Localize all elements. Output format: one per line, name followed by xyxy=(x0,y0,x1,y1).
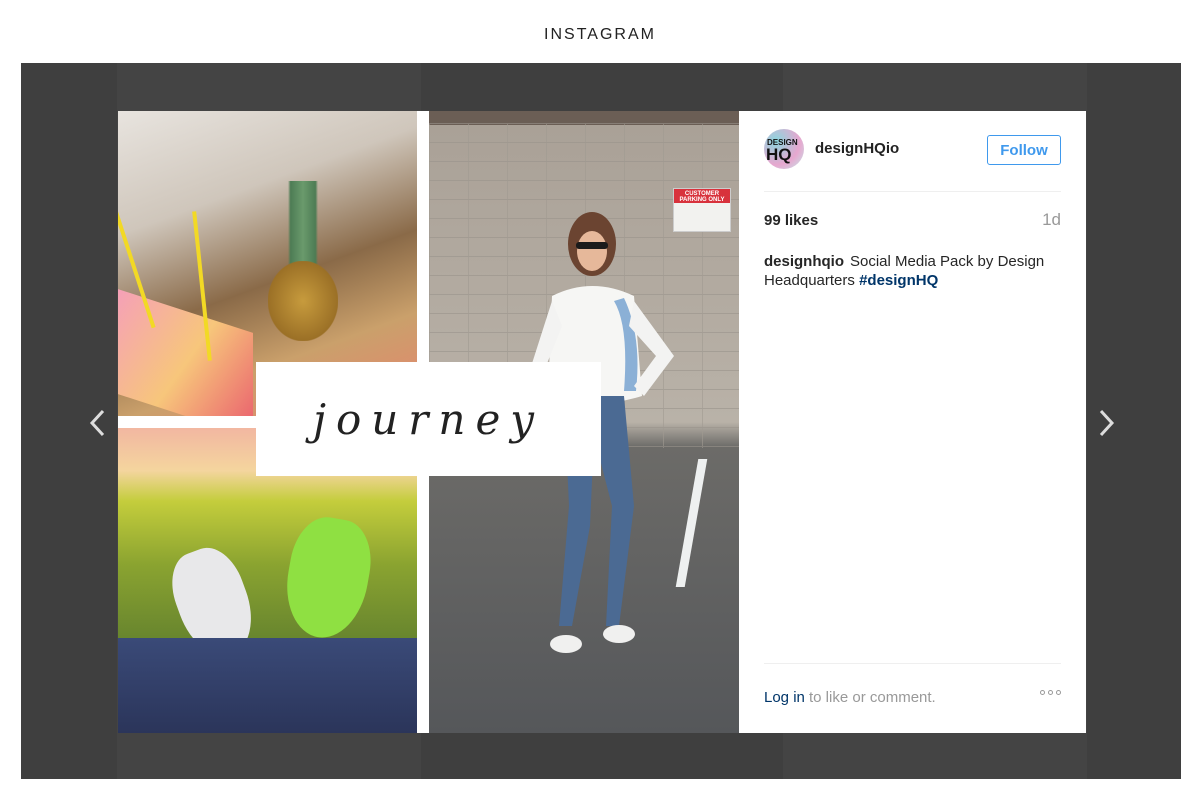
more-options-icon[interactable] xyxy=(1040,690,1061,695)
hashtag-link[interactable]: #designHQ xyxy=(859,272,938,289)
avatar[interactable]: DESIGN HQ xyxy=(764,129,804,169)
caption-username[interactable]: designhqio xyxy=(764,253,844,270)
post-card: CUSTOMER PARKING ONLY journey DESIGN HQ … xyxy=(118,111,1086,733)
placemat-graphic xyxy=(118,289,253,416)
next-post-button[interactable] xyxy=(1092,405,1122,441)
pineapple-leaves-graphic xyxy=(278,181,328,271)
username-link[interactable]: designHQio xyxy=(815,140,899,157)
post-caption: designhqio Social Media Pack by Design He… xyxy=(764,252,1059,290)
jeans-graphic xyxy=(118,638,417,733)
follow-button[interactable]: Follow xyxy=(987,135,1061,165)
login-prompt-text: to like or comment. xyxy=(809,689,936,706)
pineapple-graphic xyxy=(268,261,338,341)
overlay-text: journey xyxy=(312,394,545,444)
lightbox-overlay: CUSTOMER PARKING ONLY journey DESIGN HQ … xyxy=(21,63,1181,779)
login-link[interactable]: Log in xyxy=(764,689,805,706)
likes-count[interactable]: 99 likes xyxy=(764,212,818,229)
post-header: DESIGN HQ designHQio Follow xyxy=(764,129,1061,192)
journey-text-overlay: journey xyxy=(256,362,601,476)
post-sidebar: DESIGN HQ designHQio Follow 99 likes 1d … xyxy=(739,111,1086,733)
parking-sign-text: CUSTOMER PARKING ONLY xyxy=(679,191,725,203)
page-title: INSTAGRAM xyxy=(544,26,656,43)
sneaker-graphic xyxy=(278,511,378,645)
chevron-left-icon xyxy=(89,409,105,437)
post-image[interactable]: CUSTOMER PARKING ONLY journey xyxy=(118,111,739,733)
chevron-right-icon xyxy=(1099,409,1115,437)
previous-post-button[interactable] xyxy=(82,405,112,441)
post-age[interactable]: 1d xyxy=(1042,210,1061,230)
avatar-logo-text: HQ xyxy=(766,145,792,164)
post-footer: Log in to like or comment. xyxy=(764,663,1061,724)
